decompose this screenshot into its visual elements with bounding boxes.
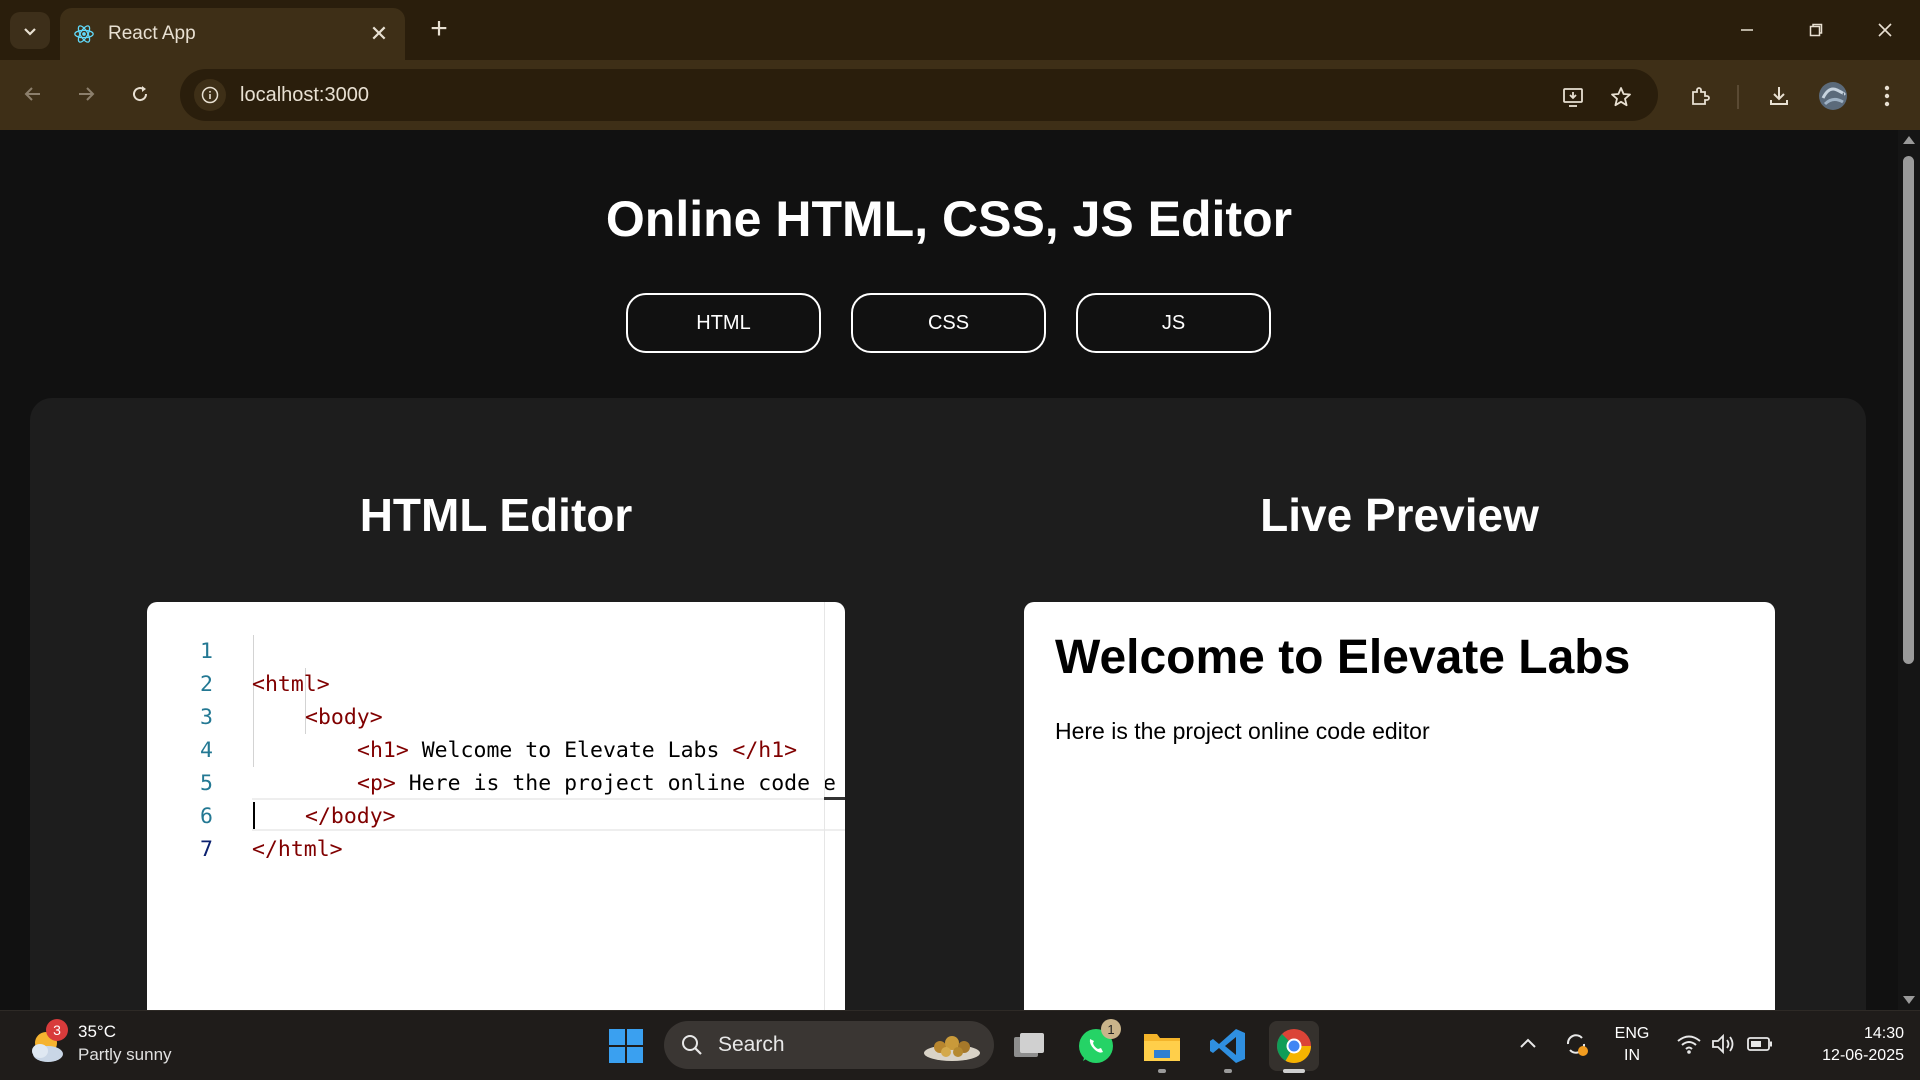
clock-date: 12-06-2025 [1822,1047,1904,1064]
forward-button[interactable] [68,76,104,112]
taskbar-search[interactable]: Search [664,1021,994,1069]
start-button[interactable] [601,1021,651,1071]
tab-search-button[interactable] [10,12,50,49]
reload-icon [133,86,148,102]
volume-icon[interactable] [1709,1029,1739,1059]
minimize-icon [1741,29,1753,31]
code-line: 3 <h1> Welcome to Elevate Labs </h1> [147,668,845,763]
reload-button[interactable] [122,76,158,112]
puzzle-icon [1692,87,1710,105]
scroll-up-arrow-icon[interactable] [1903,136,1915,144]
more-vert-icon [1884,85,1890,107]
code-line: 7 [147,800,845,862]
code-line: 6 </html> [147,767,845,862]
arrow-right-icon [79,87,95,101]
clock-time: 14:30 [1863,1025,1904,1042]
address-bar[interactable]: localhost:3000 [180,69,1658,121]
install-app-icon[interactable] [1555,79,1591,115]
live-preview-frame[interactable]: Welcome to Elevate Labs Here is the proj… [1024,602,1775,1022]
preview-paragraph: Here is the project online code editor [1055,718,1430,744]
restore-button[interactable] [1793,12,1839,48]
code-line: 4 <p> Here is the project online code e [147,701,845,796]
react-logo-icon [72,22,96,46]
code-line: 2 <body> [147,635,845,730]
vscode-icon [1210,1029,1245,1063]
weather-temperature: 35°C [78,1021,116,1041]
css-mode-button[interactable]: CSS [851,293,1046,353]
browser-tab-bar: React App ✕ + [0,0,1920,60]
url-text: localhost:3000 [240,83,369,106]
html-code-editor[interactable]: 1 <html> 2 <body> 3 <h1> Welcome to Elev… [147,602,845,1022]
wifi-icon[interactable] [1674,1029,1704,1059]
editor-ruler [824,602,825,1022]
page-title: Online HTML, CSS, JS Editor [605,191,1293,247]
search-icon [682,1035,702,1055]
battery-icon[interactable] [1745,1029,1775,1059]
language-code: ENG [1614,1025,1650,1042]
file-explorer-app[interactable] [1137,1021,1187,1073]
new-tab-button[interactable]: + [424,14,454,44]
downloads-button[interactable] [1759,76,1799,116]
code-tag: </html> [252,837,343,862]
active-app-indicator [1283,1069,1305,1073]
running-indicator [1224,1069,1232,1073]
task-view-button[interactable] [1005,1021,1055,1071]
running-indicator [1158,1069,1166,1073]
whatsapp-badge: 1 [1101,1019,1121,1039]
weather-description: Partly sunny [78,1044,172,1064]
code-line: 5 </body> [147,734,845,829]
weather-badge: 3 [46,1019,68,1041]
browser-toolbar: localhost:3000 [0,60,1920,130]
js-mode-button[interactable]: JS [1076,293,1271,353]
bookmark-star-icon[interactable] [1603,79,1639,115]
close-icon [1878,23,1892,37]
restore-icon [1809,23,1823,37]
chrome-app[interactable] [1269,1021,1319,1073]
avatar-icon [1819,82,1847,110]
html-mode-button[interactable]: HTML [626,293,821,353]
preview-heading: Live Preview [1260,489,1539,541]
profile-avatar[interactable] [1813,76,1853,116]
partly-sunny-icon: 3 [28,1019,68,1065]
extensions-button[interactable] [1680,76,1720,116]
system-clock[interactable]: 14:30 12-06-2025 [1790,1023,1904,1067]
page-scrollbar[interactable] [1898,130,1920,1010]
arrow-left-icon [24,87,40,101]
taskbar: 3 35°C Partly sunny Search 1 ENG IN 14:3… [0,1010,1920,1080]
chrome-icon [1277,1029,1311,1063]
code-line: 1 <html> [147,602,845,697]
region-code: IN [1624,1047,1640,1064]
vscode-app[interactable] [1203,1021,1253,1073]
line-number: 7 [200,837,213,862]
windows-logo-icon [609,1029,643,1063]
back-button[interactable] [15,76,51,112]
sync-status-icon[interactable] [1561,1029,1591,1059]
tab-close-icon[interactable]: ✕ [365,21,393,47]
show-hidden-icons-button[interactable] [1514,1029,1542,1057]
download-icon [1770,87,1788,105]
overview-ruler-mark [824,797,845,800]
search-label: Search [718,1033,785,1056]
toolbar-divider [1737,85,1739,109]
search-highlight-icon [920,1025,984,1070]
minimize-button[interactable] [1724,12,1770,48]
browser-menu-button[interactable] [1867,76,1907,116]
whatsapp-app[interactable]: 1 [1071,1019,1121,1071]
editor-heading: HTML Editor [359,489,633,541]
task-view-icon [1014,1033,1044,1057]
folder-icon [1144,1034,1180,1061]
scrollbar-thumb[interactable] [1903,156,1914,664]
chevron-down-icon [24,27,36,36]
input-language[interactable]: ENG IN [1610,1023,1654,1067]
chevron-up-icon [1520,1038,1536,1048]
site-info-icon[interactable] [194,79,226,111]
tab-title: React App [108,23,196,44]
preview-heading-text: Welcome to Elevate Labs [1055,631,1631,684]
text-cursor [253,802,255,829]
weather-widget[interactable]: 3 35°C Partly sunny [28,1019,172,1065]
scroll-down-arrow-icon[interactable] [1903,996,1915,1004]
browser-tab[interactable]: React App ✕ [60,8,405,60]
close-window-button[interactable] [1862,12,1908,48]
